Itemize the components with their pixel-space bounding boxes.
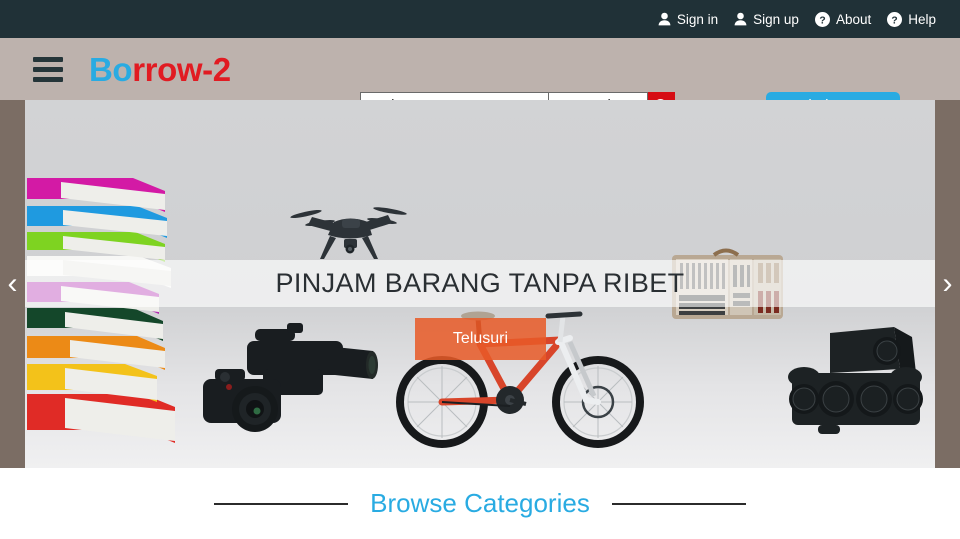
browse-categories-title: Browse Categories <box>370 488 590 518</box>
hamburger-bar <box>33 56 63 62</box>
sign-in-label: Sign in <box>676 11 719 27</box>
hamburger-bar <box>33 66 63 72</box>
books-image <box>25 158 175 458</box>
carousel-title: PINJAM BARANG TANPA RIBET <box>275 268 685 298</box>
about-link[interactable]: ? About <box>807 11 879 27</box>
speakers-image <box>782 325 927 440</box>
brand-part-1: Bo <box>89 50 133 88</box>
divider-left <box>214 502 349 505</box>
sign-in-link[interactable]: Sign in <box>650 12 726 27</box>
user-icon <box>658 12 671 26</box>
chevron-left-icon: ‹ <box>7 267 18 300</box>
top-utility-links: Sign in Sign up ? About ? Help <box>650 11 944 27</box>
sign-up-link[interactable]: Sign up <box>726 12 807 27</box>
drone-image <box>290 195 410 265</box>
site-header: Borrow-2 Kategori Tambah Barang <box>0 38 960 120</box>
sign-up-label: Sign up <box>753 11 799 27</box>
hamburger-bar <box>33 76 63 82</box>
hero-carousel: PINJAM BARANG TANPA RIBET Telusuri ‹ › <box>0 100 960 468</box>
svg-text:?: ? <box>819 15 825 26</box>
help-label: Help <box>908 11 936 27</box>
carousel-slide: PINJAM BARANG TANPA RIBET Telusuri <box>25 100 935 468</box>
carousel-prev-button[interactable]: ‹ <box>0 254 25 314</box>
question-circle-icon: ? <box>887 11 903 27</box>
telusuri-button[interactable]: Telusuri <box>415 318 546 360</box>
camera-image <box>195 321 395 446</box>
top-utility-bar: Sign in Sign up ? About ? Help <box>0 0 960 38</box>
carousel-next-button[interactable]: › <box>935 254 960 314</box>
brand-part-2: rrow-2 <box>132 50 231 88</box>
about-label: About <box>835 11 872 27</box>
hamburger-icon[interactable] <box>33 56 63 82</box>
user-icon <box>734 12 747 26</box>
svg-text:?: ? <box>892 15 898 26</box>
divider-right <box>611 502 746 505</box>
question-circle-icon: ? <box>814 11 830 27</box>
brand-logo[interactable]: Borrow-2 <box>89 53 231 86</box>
chevron-right-icon: › <box>942 267 953 300</box>
carousel-title-strip: PINJAM BARANG TANPA RIBET <box>25 260 935 307</box>
browse-categories-section: Browse Categories <box>0 468 960 539</box>
help-link[interactable]: ? Help <box>879 11 944 27</box>
